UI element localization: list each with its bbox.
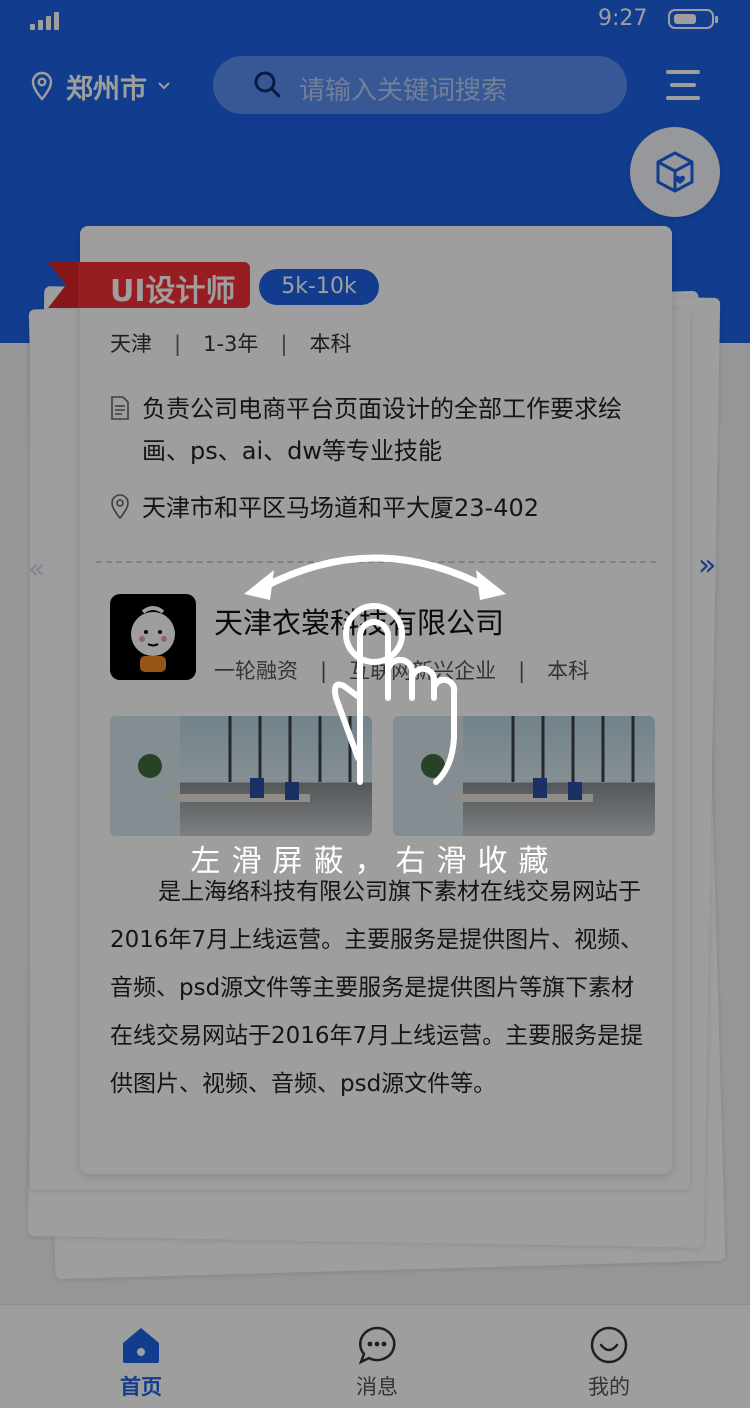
- swipe-hint-text: 左滑屏蔽，右滑收藏: [190, 844, 560, 879]
- swipe-hand-icon: [244, 554, 506, 785]
